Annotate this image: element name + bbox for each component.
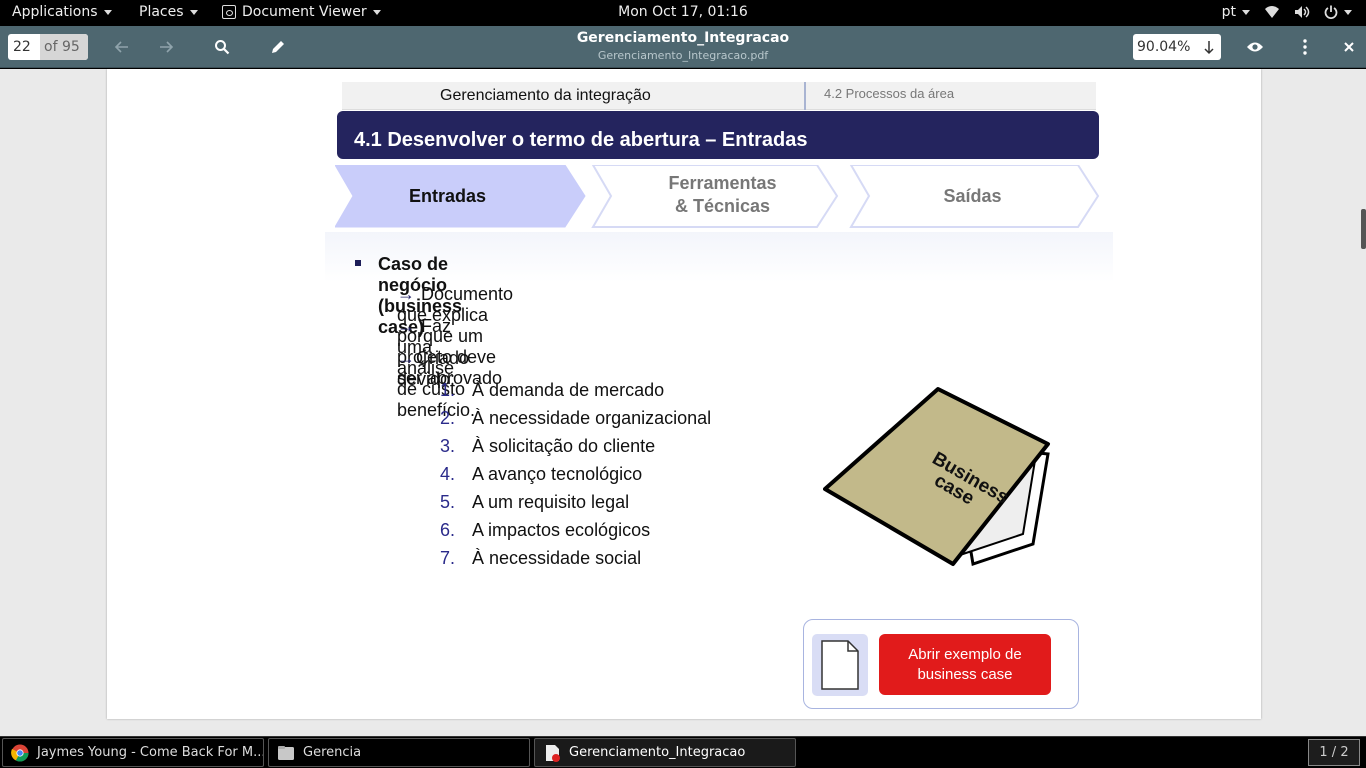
list-item: 1. À demanda de mercado	[440, 380, 665, 400]
slide: Gerenciamento da integração 4.2 Processo…	[325, 82, 1113, 719]
arrow-right-icon: →	[397, 348, 415, 368]
folder-icon	[278, 746, 294, 760]
power-icon	[1324, 5, 1338, 19]
pdf-document-icon	[546, 745, 560, 762]
open-business-case-button[interactable]: Abrir exemplo de business case	[879, 634, 1051, 695]
chevron-down-icon	[1344, 9, 1352, 15]
close-button[interactable]	[1337, 35, 1361, 59]
document-icon	[812, 634, 868, 696]
slide-header-left: Gerenciamento da integração	[440, 87, 651, 104]
pdf-page: Gerenciamento da integração 4.2 Processo…	[107, 69, 1261, 719]
business-case-folder-image: Business case	[823, 387, 1050, 566]
kebab-menu-icon	[1303, 39, 1307, 55]
taskbar-item-document-viewer[interactable]: Gerenciamento_Integracao	[534, 738, 796, 767]
slide-title-band: 4.1 Desenvolver o termo de abertura – En…	[337, 111, 1099, 159]
list-item: 7. À necessidade social	[440, 548, 642, 568]
list-item: 6. A impactos ecológicos	[440, 520, 651, 540]
slide-header-right: 4.2 Processos da área	[824, 86, 955, 101]
top-bar: Applications Places Document Viewer Mon …	[0, 0, 1366, 26]
step-ferramentas-label-2: & Técnicas	[674, 196, 771, 216]
step-saidas-label: Saídas	[943, 186, 1002, 206]
window-list: Jaymes Young - Come Back For M... Gerenc…	[0, 736, 1366, 768]
example-link-box: Abrir exemplo de business case	[803, 619, 1079, 709]
step-ferramentas-label-1: Ferramentas	[668, 173, 777, 193]
bullet-square	[355, 260, 361, 266]
arrow-right-icon: →	[397, 316, 415, 336]
chevron-down-icon	[1242, 9, 1250, 15]
menu-button[interactable]	[1293, 35, 1317, 59]
slide-title: 4.1 Desenvolver o termo de abertura – En…	[354, 129, 808, 151]
zoom-value: 90.04%	[1137, 39, 1191, 55]
system-tray[interactable]: pt	[1222, 4, 1352, 20]
viewer-headerbar: 22 of 95 Gerenciamento_Integracao Gerenc…	[0, 26, 1366, 68]
list-item: 2. À necessidade organizacional	[440, 408, 712, 428]
taskbar-item-chrome[interactable]: Jaymes Young - Come Back For M...	[2, 738, 264, 767]
list-item: 5. A um requisito legal	[440, 492, 630, 512]
arrow-right-icon: →	[397, 284, 415, 304]
zoom-selector[interactable]: 90.04%	[1133, 34, 1221, 60]
workspace-indicator[interactable]: 1 / 2	[1308, 739, 1360, 766]
step-entradas-label: Entradas	[408, 186, 487, 206]
chrome-icon	[11, 744, 29, 762]
taskbar-item-files[interactable]: Gerencia	[268, 738, 530, 767]
header-divider	[804, 82, 806, 110]
list-item: 3. À solicitação do cliente	[440, 436, 656, 456]
eye-icon	[1247, 42, 1263, 52]
volume-icon	[1295, 6, 1310, 18]
power-menu[interactable]	[1324, 5, 1352, 19]
wifi-icon	[1265, 6, 1279, 18]
clock[interactable]: Mon Oct 17, 01:16	[0, 4, 1366, 20]
slide-header: Gerenciamento da integração 4.2 Processo…	[342, 82, 1096, 110]
view-options-button[interactable]	[1243, 35, 1267, 59]
document-view[interactable]: Gerenciamento da integração 4.2 Processo…	[0, 69, 1366, 736]
language-indicator[interactable]: pt	[1222, 4, 1250, 20]
vertical-scrollbar[interactable]	[1361, 209, 1366, 249]
arrow-down-icon	[1204, 41, 1214, 55]
list-item: 4. A avanço tecnológico	[440, 464, 643, 484]
close-icon	[1344, 42, 1354, 52]
